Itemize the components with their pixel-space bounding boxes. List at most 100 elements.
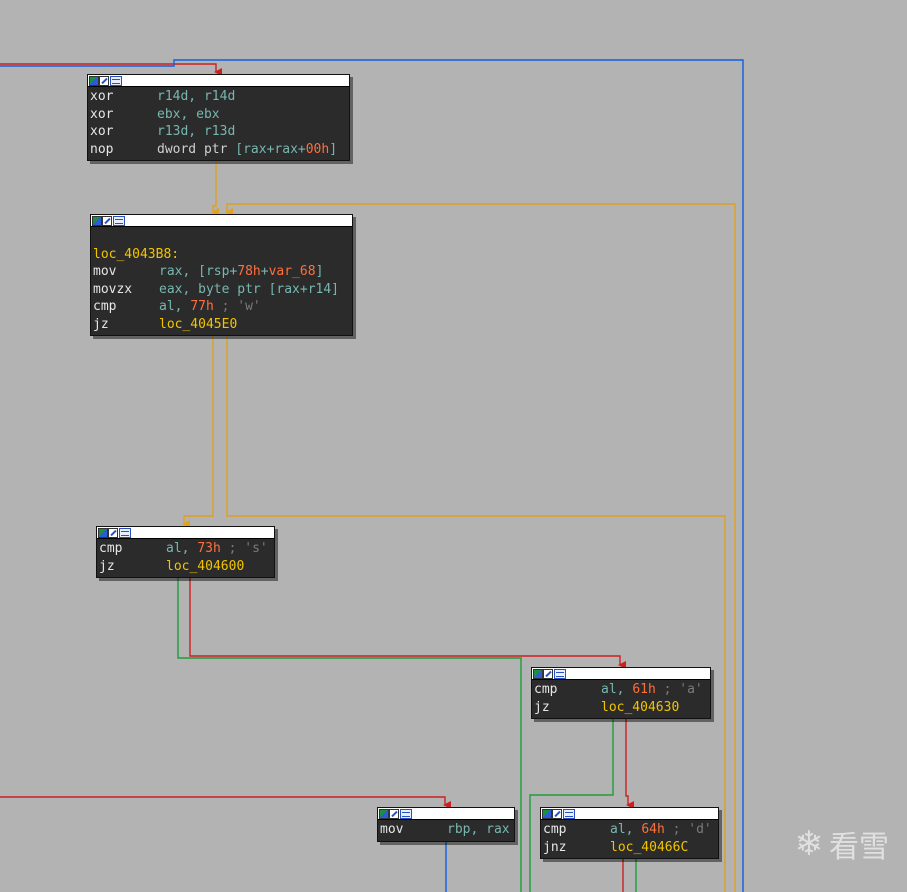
code-block-cmp-d[interactable]: cmp al, 64h ; 'd' jnz loc_40466C — [540, 807, 719, 859]
edit-icon[interactable] — [102, 216, 112, 226]
code-block-cmp-s[interactable]: cmp al, 73h ; 's' jz loc_404600 — [96, 526, 275, 578]
block-body: loc_4043B8: mov rax, [rsp+78h+var_68] movzx… — [91, 227, 352, 335]
operand-part: 77h — [190, 299, 214, 314]
block-header — [88, 75, 349, 87]
asm-line[interactable]: xor ebx, ebx — [90, 106, 346, 124]
code-block-entry[interactable]: xor r14d, r14d xor ebx, ebx xor r13d, r13d nop… — [87, 74, 350, 161]
edge-entry-to-loop — [211, 160, 219, 216]
asm-line[interactable]: nop dword ptr [rax+rax+00h] — [90, 141, 346, 159]
edit-icon[interactable] — [543, 669, 553, 679]
edit-icon[interactable] — [552, 809, 562, 819]
operand-part: al, — [159, 299, 191, 314]
block-body: cmp al, 61h ; 'a' jz loc_404630 — [532, 680, 710, 718]
edge-cmp-s-true — [177, 578, 522, 892]
asm-line[interactable]: movzx eax, byte ptr [rax+r14] — [93, 281, 349, 299]
asm-line[interactable]: cmp al, 64h ; 'd' — [543, 821, 715, 839]
comment-icon[interactable] — [563, 809, 575, 819]
operands: al, 73h ; 's' — [166, 540, 268, 558]
block-body: cmp al, 64h ; 'd' jnz loc_40466C — [541, 820, 718, 858]
comment-icon[interactable] — [119, 528, 131, 538]
graph-overview-icon[interactable] — [542, 809, 552, 819]
operand-part: eax, byte ptr [rax+r14] — [159, 281, 340, 297]
asm-line[interactable]: xor r14d, r14d — [90, 88, 346, 106]
mnemonic: cmp — [93, 299, 117, 314]
operand-part: ; 's' — [220, 541, 268, 556]
graph-overview-icon[interactable] — [379, 809, 389, 819]
graph-overview-icon[interactable] — [98, 528, 108, 538]
jump-target-label[interactable]: loc_404630 — [601, 700, 679, 715]
mnemonic — [93, 228, 159, 246]
comment-icon[interactable] — [554, 669, 566, 679]
comment-icon[interactable] — [113, 216, 125, 226]
operand-part: ; 'd' — [664, 822, 712, 837]
snowflake-icon: ❄ — [794, 824, 824, 864]
operands: eax, byte ptr [rax+r14] — [159, 281, 339, 299]
operands: al, 64h ; 'd' — [610, 821, 712, 839]
mnemonic: jnz — [543, 839, 567, 855]
comment-icon[interactable] — [400, 809, 412, 819]
mnemonic: nop — [90, 141, 114, 157]
asm-line[interactable]: mov rax, [rsp+78h+var_68] — [93, 263, 349, 281]
operands: r13d, r13d — [157, 123, 235, 141]
code-block-loc_4043B8[interactable]: loc_4043B8: mov rax, [rsp+78h+var_68] movzx… — [90, 214, 353, 336]
operand-part: ; 'w' — [213, 299, 261, 314]
operands: loc_40466C — [610, 839, 688, 857]
operand-part: ebx, ebx — [157, 106, 220, 122]
asm-line[interactable]: cmp al, 77h ; 'w' — [93, 298, 349, 316]
asm-line[interactable]: cmp al, 61h ; 'a' — [534, 681, 707, 699]
edge-cmp-s-false — [189, 578, 626, 669]
edit-icon[interactable] — [389, 809, 399, 819]
mnemonic: jz — [93, 316, 109, 332]
jump-target-label[interactable]: loc_404600 — [166, 559, 244, 574]
block-header — [91, 215, 352, 227]
asm-line[interactable] — [93, 228, 349, 246]
operand-part: rbp, rax — [447, 822, 510, 837]
operand-part: ] — [315, 264, 324, 279]
graph-overview-icon[interactable] — [533, 669, 543, 679]
edge-cmp-a-false — [625, 718, 634, 809]
code-block-cmp-a[interactable]: cmp al, 61h ; 'a' jz loc_404630 — [531, 667, 711, 719]
edge-to-cmp-s — [182, 336, 214, 528]
asm-line[interactable]: cmp al, 73h ; 's' — [99, 540, 271, 558]
block-header — [541, 808, 718, 820]
operand-part: rax, [rsp+ — [159, 264, 238, 279]
operands: rbp, rax — [447, 821, 510, 839]
block-body: cmp al, 73h ; 's' jz loc_404600 — [97, 539, 274, 577]
operands: r14d, r14d — [157, 88, 235, 106]
operand-part: 61h — [632, 682, 656, 697]
mnemonic: jz — [534, 699, 550, 715]
mnemonic: mov — [93, 264, 117, 279]
asm-line[interactable]: loc_4043B8: — [93, 246, 349, 264]
jump-target-label[interactable]: loc_40466C — [610, 840, 688, 855]
block-header — [97, 527, 274, 539]
code-label[interactable]: loc_4043B8: — [93, 246, 179, 264]
watermark-text: 看雪 — [829, 830, 889, 865]
operand-part: 73h — [197, 541, 221, 556]
edit-icon[interactable] — [99, 76, 109, 86]
graph-overview-icon[interactable] — [92, 216, 102, 226]
operand-part: 00h — [305, 141, 330, 157]
jump-target-label[interactable]: loc_4045E0 — [159, 317, 237, 332]
block-body: mov rbp, rax — [378, 820, 514, 841]
comment-icon[interactable] — [110, 76, 122, 86]
asm-line[interactable]: mov rbp, rax — [380, 821, 511, 839]
watermark: ❄ 看雪 — [795, 822, 890, 866]
mnemonic: cmp — [99, 541, 123, 556]
asm-line[interactable]: jnz loc_40466C — [543, 839, 715, 857]
asm-line[interactable]: jz loc_404630 — [534, 699, 707, 717]
edit-icon[interactable] — [108, 528, 118, 538]
mnemonic: mov — [380, 822, 404, 837]
operand-part: al, — [610, 822, 642, 837]
mnemonic: xor — [90, 106, 114, 122]
mnemonic: cmp — [543, 822, 567, 837]
operand-part: al, — [601, 682, 633, 697]
operand-part: al, — [166, 541, 198, 556]
edge-in-mov-rbp — [0, 796, 451, 809]
asm-line[interactable]: jz loc_404600 — [99, 558, 271, 576]
block-body: xor r14d, r14d xor ebx, ebx xor r13d, r13d nop… — [88, 87, 349, 160]
asm-line[interactable]: jz loc_4045E0 — [93, 316, 349, 334]
graph-overview-icon[interactable] — [89, 76, 99, 86]
asm-line[interactable]: xor r13d, r13d — [90, 123, 346, 141]
operands: dword ptr [rax+rax+00h] — [157, 141, 337, 159]
code-block-mov-rbp[interactable]: mov rbp, rax — [377, 807, 515, 842]
